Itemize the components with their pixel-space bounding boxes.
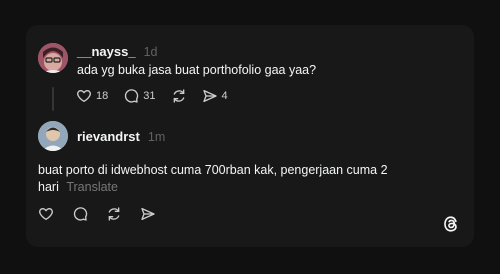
repost-icon (106, 206, 122, 222)
thread-card: __nayss_ 1d ada yg buka jasa buat portho… (26, 25, 474, 247)
reply-time: 1m (147, 130, 166, 144)
repost-button[interactable] (171, 88, 187, 104)
post-time: 1d (143, 45, 158, 59)
reply-author[interactable]: rievandrst (77, 129, 140, 144)
send-icon (140, 206, 156, 222)
comment-count: 31 (143, 90, 156, 102)
reply-share-button[interactable] (140, 206, 156, 222)
reply-actions (38, 206, 174, 222)
repost-icon (171, 88, 187, 104)
heart-icon (76, 88, 92, 104)
avatar-rievandrst[interactable] (38, 121, 68, 151)
share-count: 4 (221, 90, 228, 102)
like-button[interactable]: 18 (76, 88, 108, 104)
reply-text-line-2: hari Translate (38, 179, 438, 196)
post-author[interactable]: __nayss_ (77, 44, 136, 59)
post-text: ada yg buka jasa buat porthofolio gaa ya… (77, 63, 317, 77)
translate-link[interactable]: Translate (66, 180, 118, 194)
comment-button[interactable]: 31 (123, 88, 156, 104)
post-actions: 18 31 4 (76, 88, 243, 104)
reply-repost-button[interactable] (106, 206, 122, 222)
post-header: __nayss_ 1d (77, 44, 157, 59)
heart-icon (38, 206, 54, 222)
avatar-nayss[interactable] (38, 43, 68, 73)
like-count: 18 (96, 90, 109, 102)
reply-comment-button[interactable] (72, 206, 88, 222)
comment-icon (123, 88, 139, 104)
thread-connector-line (52, 87, 54, 111)
reply-text-line-2-content: hari (38, 180, 59, 194)
comment-icon (72, 206, 88, 222)
reply-header: rievandrst 1m (77, 129, 165, 144)
reply-text: buat porto di idwebhost cuma 700rban kak… (38, 162, 438, 196)
threads-logo-icon[interactable] (442, 215, 460, 233)
reply-like-button[interactable] (38, 206, 54, 222)
send-icon (202, 88, 218, 104)
share-button[interactable]: 4 (202, 88, 228, 104)
reply-text-line-1: buat porto di idwebhost cuma 700rban kak… (38, 163, 388, 177)
